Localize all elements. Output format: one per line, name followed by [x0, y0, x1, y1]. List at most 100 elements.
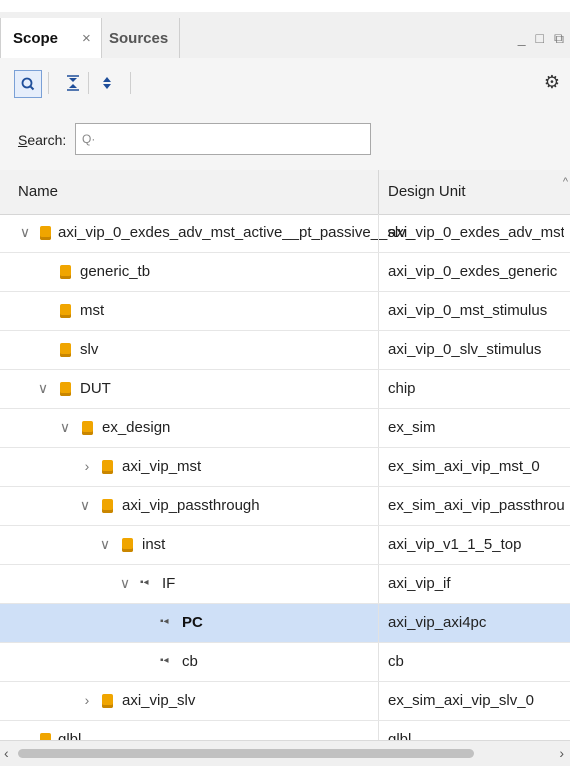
row-divider [378, 253, 379, 291]
expand-all-icon [103, 77, 111, 89]
tree-row-label: ex_design [102, 419, 171, 436]
tree-row-design-unit: ex_sim_axi_vip_slv_0 [388, 692, 534, 709]
tree-row[interactable]: ∨ ex_design ex_sim [0, 409, 570, 448]
tree-row-design-unit: axi_vip_0_exdes_generic [388, 263, 558, 280]
tree-row-design-unit: ex_sim_axi_vip_mst_0 [388, 458, 540, 475]
expand-all-button[interactable] [94, 70, 120, 96]
tab-scope[interactable]: Scope × [0, 18, 102, 58]
tree-row-label: inst [142, 536, 166, 553]
module-icon [102, 694, 113, 708]
tree-row[interactable]: ▪◂ cb cb [0, 643, 570, 682]
collapse-all-button[interactable] [60, 70, 86, 96]
close-icon[interactable]: × [82, 30, 91, 47]
tree-row-name: ∨ axi_vip_passthrough [0, 487, 378, 525]
chevron-down-icon[interactable]: ∨ [36, 380, 50, 397]
row-divider [378, 331, 379, 369]
column-header-name[interactable]: Name [18, 183, 58, 200]
gear-icon[interactable]: ⚙ [544, 72, 560, 93]
column-header: Name Design Unit [0, 170, 570, 215]
interface-icon: ▪◂ [160, 616, 169, 627]
module-icon [102, 499, 113, 513]
row-divider [378, 448, 379, 486]
tree-row[interactable]: ∨ axi_vip_0_exdes_adv_mst_active__pt_pas… [0, 214, 570, 253]
toolbar-divider [130, 72, 131, 94]
toolbar-divider [48, 72, 49, 94]
tree-row-design-unit: axi_vip_if [388, 575, 451, 592]
module-icon [60, 265, 71, 279]
tree-row-name: ∨ inst [0, 526, 378, 564]
search-row: Search: Q· [0, 108, 570, 171]
tab-sources-label: Sources [109, 29, 169, 47]
module-icon [82, 421, 93, 435]
tab-sources[interactable]: Sources [101, 18, 179, 58]
tab-divider [179, 18, 180, 58]
tab-bar: Scope × Sources _ □ ⧉ [0, 12, 570, 59]
module-icon [60, 382, 71, 396]
search-toggle-button[interactable] [14, 70, 42, 98]
tree-row-design-unit: ex_sim [388, 419, 436, 436]
tree-row-design-unit: axi_vip_0_slv_stimulus [388, 341, 542, 358]
tree-row[interactable]: mst axi_vip_0_mst_stimulus [0, 292, 570, 331]
chevron-down-icon[interactable]: ∨ [58, 419, 72, 436]
tree-row-name: ▪◂ PC [0, 604, 378, 642]
tree-row-label: cb [182, 653, 198, 670]
search-icon [21, 77, 35, 91]
restore-icon[interactable]: ⧉ [554, 30, 564, 47]
minimize-icon[interactable]: _ [518, 30, 526, 47]
window-controls: _ □ ⧉ [518, 30, 564, 47]
row-divider [378, 214, 379, 252]
tree-row[interactable]: › axi_vip_mst ex_sim_axi_vip_mst_0 [0, 448, 570, 487]
tree-row-label: DUT [80, 380, 111, 397]
scroll-up-icon[interactable]: ^ [563, 176, 568, 188]
chevron-down-icon[interactable]: ∨ [78, 497, 92, 514]
chevron-down-icon[interactable]: ∨ [118, 575, 132, 592]
scroll-left-icon[interactable]: ‹ [4, 745, 9, 761]
tree-row-label: PC [182, 614, 203, 631]
tree-row[interactable]: ∨ axi_vip_passthrough ex_sim_axi_vip_pas… [0, 487, 570, 526]
module-icon [60, 304, 71, 318]
tree-row-name: › axi_vip_mst [0, 448, 378, 486]
chevron-right-icon[interactable]: › [80, 458, 94, 474]
tree-row-name: ∨ axi_vip_0_exdes_adv_mst_active__pt_pas… [0, 214, 414, 252]
tree-row-label: IF [162, 575, 176, 592]
tree-row[interactable]: ∨ inst axi_vip_v1_1_5_top [0, 526, 570, 565]
tree-row-label: mst [80, 302, 105, 319]
search-placeholder: Q· [82, 132, 96, 146]
tree-row-label: axi_vip_mst [122, 458, 202, 475]
tree-row-design-unit: axi_vip_0_mst_stimulus [388, 302, 548, 319]
module-icon [60, 343, 71, 357]
search-input[interactable]: Q· [75, 123, 371, 155]
module-icon [122, 538, 133, 552]
row-divider [378, 643, 379, 681]
top-strip [0, 0, 570, 12]
tree-row[interactable]: generic_tb axi_vip_0_exdes_generic [0, 253, 570, 292]
tree-row[interactable]: slv axi_vip_0_slv_stimulus [0, 331, 570, 370]
tree-row-label: generic_tb [80, 263, 151, 280]
module-icon [40, 226, 51, 240]
horizontal-scrollbar[interactable]: ‹ › [0, 740, 570, 766]
tree-row[interactable]: ∨ DUT chip [0, 370, 570, 409]
scroll-right-icon[interactable]: › [559, 745, 564, 761]
column-divider[interactable] [378, 170, 379, 214]
tree-row-name: generic_tb [0, 253, 378, 291]
tree-row-design-unit: ex_sim_axi_vip_passthrough [388, 497, 564, 514]
module-icon [102, 460, 113, 474]
chevron-right-icon[interactable]: › [80, 692, 94, 708]
chevron-down-icon[interactable]: ∨ [18, 224, 32, 241]
collapse-all-icon [67, 75, 79, 91]
chevron-down-icon[interactable]: ∨ [98, 536, 112, 553]
tree-row[interactable]: ∨ ▪◂ IF axi_vip_if [0, 565, 570, 604]
tree-row-design-unit: cb [388, 653, 404, 670]
row-divider [378, 292, 379, 330]
scrollbar-thumb[interactable] [18, 749, 474, 758]
column-header-design-unit[interactable]: Design Unit [388, 183, 466, 200]
row-divider [378, 604, 379, 642]
tree-row[interactable]: › axi_vip_slv ex_sim_axi_vip_slv_0 [0, 682, 570, 721]
row-divider [378, 526, 379, 564]
tree-row-name: ∨ ex_design [0, 409, 378, 447]
interface-icon: ▪◂ [160, 655, 169, 666]
tree-row-selected[interactable]: ▪◂ PC axi_vip_axi4pc [0, 604, 570, 643]
maximize-icon[interactable]: □ [536, 30, 544, 47]
toolbar-divider [88, 72, 89, 94]
tree-row-design-unit: axi_vip_axi4pc [388, 614, 487, 631]
